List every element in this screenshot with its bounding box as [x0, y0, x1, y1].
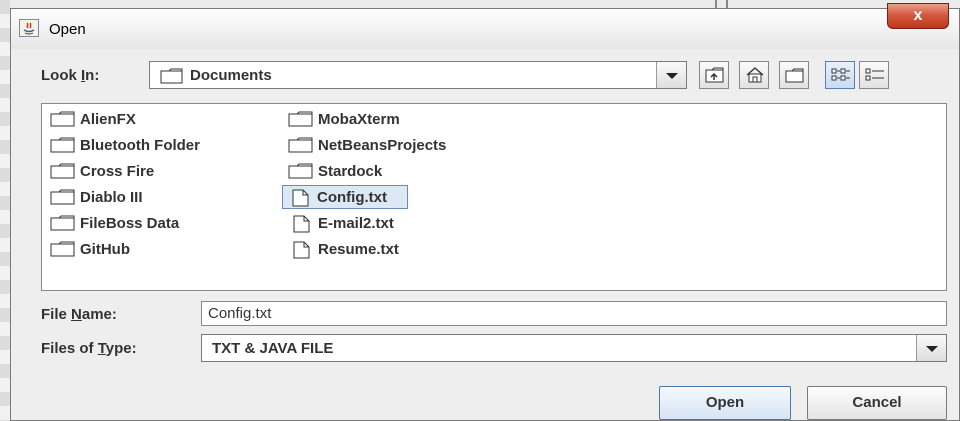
list-item-folder[interactable]: FileBoss Data — [46, 212, 276, 234]
file-name-input[interactable]: Config.txt — [201, 301, 947, 326]
folder-icon — [288, 137, 313, 153]
list-view-button[interactable] — [825, 61, 855, 89]
background-window-edge — [0, 0, 10, 421]
details-view-button[interactable] — [859, 61, 889, 89]
list-view-icon — [831, 68, 850, 81]
up-folder-icon — [705, 67, 724, 83]
look-in-label: Look In: — [41, 67, 100, 84]
list-item-folder[interactable]: Cross Fire — [46, 160, 276, 182]
list-item-file[interactable]: Resume.txt — [284, 238, 534, 260]
list-item-folder[interactable]: AlienFX — [46, 108, 276, 130]
file-type-combo[interactable]: TXT & JAVA FILE — [201, 334, 947, 362]
folder-icon — [50, 215, 75, 231]
file-list[interactable]: AlienFX Bluetooth Folder Cross Fire Diab… — [41, 103, 947, 291]
details-view-icon — [865, 68, 884, 81]
list-item-folder[interactable]: GitHub — [46, 238, 276, 260]
home-button[interactable] — [739, 61, 769, 89]
folder-icon — [50, 241, 75, 257]
folder-icon — [50, 163, 75, 179]
list-item-folder[interactable]: Stardock — [284, 160, 534, 182]
list-item-file-selected[interactable]: Config.txt — [282, 185, 408, 209]
folder-icon — [50, 189, 75, 205]
file-icon — [292, 189, 309, 207]
java-app-icon — [19, 19, 39, 37]
list-item-folder[interactable]: Bluetooth Folder — [46, 134, 276, 156]
title-bar[interactable]: Open x — [11, 3, 959, 49]
cancel-button[interactable]: Cancel — [807, 386, 947, 420]
folder-icon — [50, 111, 75, 127]
folder-icon — [288, 163, 313, 179]
list-item-file[interactable]: E-mail2.txt — [284, 212, 534, 234]
background-window-top — [10, 0, 960, 8]
file-name-label: File Name: — [41, 306, 117, 323]
close-icon: x — [913, 7, 923, 24]
list-item-folder[interactable]: Diablo III — [46, 186, 276, 208]
open-button[interactable]: Open — [659, 386, 791, 420]
folder-icon — [288, 111, 313, 127]
open-dialog: Open x Look In: Documents AlienFX Blueto… — [10, 3, 960, 421]
chevron-down-icon[interactable] — [656, 62, 686, 88]
dialog-title: Open — [49, 21, 86, 38]
new-folder-icon — [785, 68, 804, 83]
file-type-value: TXT & JAVA FILE — [212, 340, 334, 357]
look-in-combo[interactable]: Documents — [149, 61, 687, 89]
list-item-folder[interactable]: NetBeansProjects — [284, 134, 534, 156]
up-one-level-button[interactable] — [699, 61, 729, 89]
file-icon — [293, 215, 310, 233]
home-icon — [746, 67, 764, 83]
close-button[interactable]: x — [887, 3, 949, 29]
file-type-label: Files of Type: — [41, 340, 137, 357]
chevron-down-icon[interactable] — [916, 335, 946, 361]
folder-icon — [50, 137, 75, 153]
folder-icon — [160, 68, 183, 84]
list-item-folder[interactable]: MobaXterm — [284, 108, 534, 130]
file-icon — [293, 241, 310, 259]
look-in-value: Documents — [190, 67, 272, 84]
new-folder-button[interactable] — [779, 61, 809, 89]
